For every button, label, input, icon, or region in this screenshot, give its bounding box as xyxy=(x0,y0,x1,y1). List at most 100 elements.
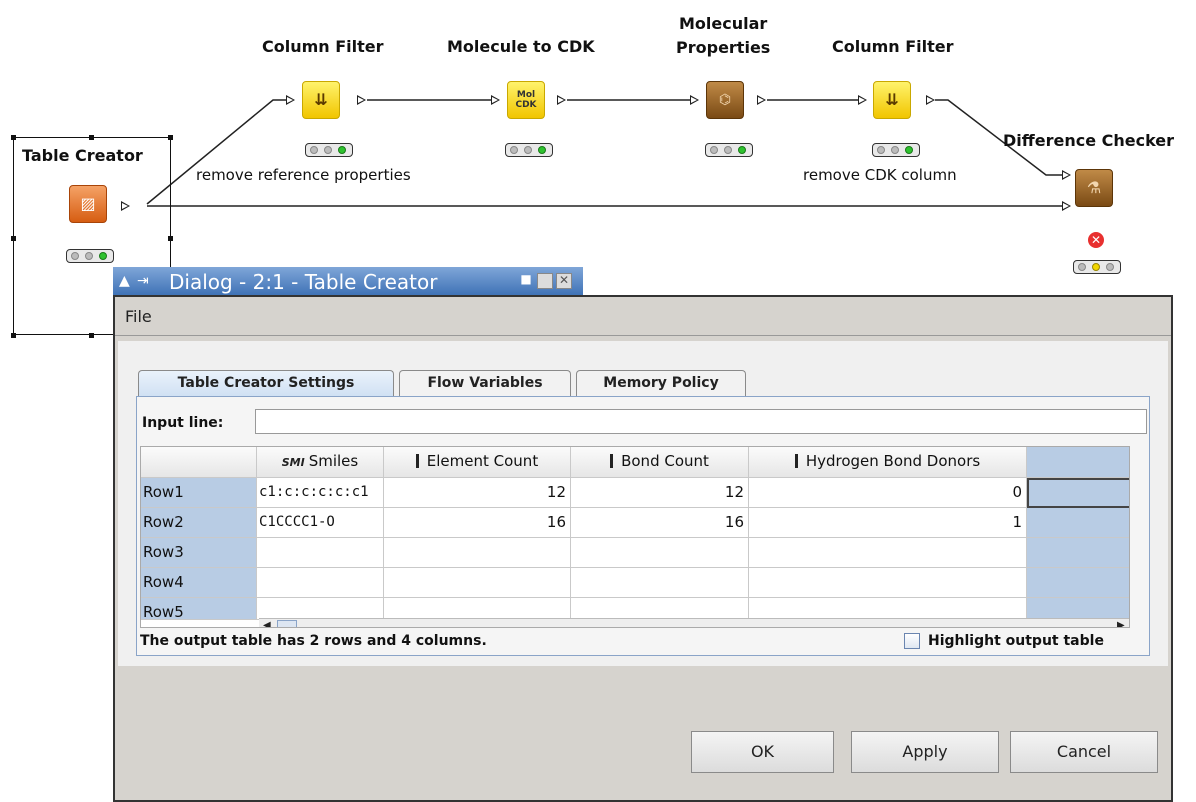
table-cell[interactable] xyxy=(1027,508,1129,538)
node-column-filter-1[interactable]: ⇊ xyxy=(302,81,340,119)
table-cell[interactable]: 12 xyxy=(571,478,749,508)
table-cell[interactable]: C1CCCC1-O xyxy=(257,508,384,538)
minimize-icon[interactable]: ■ xyxy=(518,273,534,289)
table-cell[interactable] xyxy=(1027,538,1129,568)
node-molecule-to-cdk[interactable]: Mol CDK xyxy=(507,81,545,119)
input-port[interactable] xyxy=(690,95,699,105)
table-cell[interactable] xyxy=(571,598,749,620)
selection-handle[interactable] xyxy=(89,333,94,338)
row-header[interactable]: Row3 xyxy=(141,538,257,568)
table-cell[interactable] xyxy=(257,598,384,620)
knime-icon: ▲ xyxy=(119,273,130,289)
selection-handle[interactable] xyxy=(168,135,173,140)
output-port[interactable] xyxy=(357,95,366,105)
cancel-button[interactable]: Cancel xyxy=(1010,731,1158,773)
settings-panel: Table Creator Settings Flow Variables Me… xyxy=(118,341,1168,666)
selection-handle[interactable] xyxy=(11,333,16,338)
highlight-output-label[interactable]: Highlight output table xyxy=(928,633,1104,649)
row-header[interactable]: Row4 xyxy=(141,568,257,598)
apply-button[interactable]: Apply xyxy=(851,731,999,773)
tab-flow-variables[interactable]: Flow Variables xyxy=(399,370,571,397)
node-column-filter-2[interactable]: ⇊ xyxy=(873,81,911,119)
output-port[interactable] xyxy=(557,95,566,105)
menu-bar: File xyxy=(115,297,1171,336)
table-cell[interactable] xyxy=(749,538,1027,568)
close-button[interactable]: ✕ xyxy=(556,273,572,289)
vertical-scrollbar[interactable]: ▲ ▼ xyxy=(1129,478,1130,604)
horizontal-scrollbar[interactable]: ◀ ▶ xyxy=(259,618,1129,627)
table-cell[interactable]: 16 xyxy=(384,508,571,538)
dialog-titlebar[interactable]: ▲ ⇥ Dialog - 2:1 - Table Creator ■ ✕ xyxy=(113,267,583,297)
row-header[interactable]: Row5 xyxy=(141,598,257,620)
integer-type-icon xyxy=(610,454,614,468)
node-molecular-properties[interactable]: ⌬ xyxy=(706,81,744,119)
node-status-table-creator xyxy=(66,249,114,263)
node-title-molecular-properties: Molecular Properties xyxy=(676,12,770,60)
column-header-hydrogen-bond-donors[interactable]: Hydrogen Bond Donors xyxy=(749,447,1027,478)
column-header-element-count[interactable]: Element Count xyxy=(384,447,571,478)
pin-icon: ⇥ xyxy=(137,273,149,289)
table-cell[interactable]: 12 xyxy=(384,478,571,508)
selection-handle[interactable] xyxy=(11,135,16,140)
table-cell[interactable]: 1 xyxy=(749,508,1027,538)
table-cell[interactable] xyxy=(384,598,571,620)
input-line-field[interactable] xyxy=(255,409,1147,434)
corner-header xyxy=(141,447,257,478)
table-cell[interactable]: 0 xyxy=(749,478,1027,508)
highlight-output-checkbox[interactable] xyxy=(904,633,920,649)
table-cell[interactable] xyxy=(571,568,749,598)
node-table-creator[interactable]: ▨ xyxy=(69,185,107,223)
dialog-title: Dialog - 2:1 - Table Creator xyxy=(169,270,438,294)
menu-file[interactable]: File xyxy=(125,307,152,326)
table-cell[interactable] xyxy=(257,538,384,568)
smiles-type-icon: SMI xyxy=(281,456,305,469)
selection-handle[interactable] xyxy=(168,236,173,241)
column-header-smiles[interactable]: SMI Smiles xyxy=(257,447,384,478)
node-status-molecular-properties xyxy=(705,143,753,157)
selection-handle[interactable] xyxy=(11,236,16,241)
input-port[interactable] xyxy=(491,95,500,105)
table-cell[interactable] xyxy=(1027,598,1129,620)
table-cell[interactable] xyxy=(384,538,571,568)
horizontal-scroll-thumb[interactable] xyxy=(277,620,297,627)
maximize-button[interactable] xyxy=(537,273,553,289)
output-port[interactable] xyxy=(121,201,130,211)
node-label-column-filter-1: remove reference properties xyxy=(196,166,411,184)
node-title-table-creator: Table Creator xyxy=(22,146,143,165)
molecule-icon: ⌬ xyxy=(718,92,732,108)
table-cell[interactable] xyxy=(257,568,384,598)
table-cell[interactable] xyxy=(1027,568,1129,598)
column-header-label: Smiles xyxy=(308,452,359,470)
input-port[interactable] xyxy=(286,95,295,105)
row-header[interactable]: Row1 xyxy=(141,478,257,508)
node-title-difference-checker: Difference Checker xyxy=(1003,131,1175,150)
error-icon: ✕ xyxy=(1088,232,1104,248)
output-port[interactable] xyxy=(926,95,935,105)
input-port[interactable] xyxy=(1062,201,1071,211)
dialog-frame: File Table Creator Settings Flow Variabl… xyxy=(113,295,1173,802)
input-port[interactable] xyxy=(858,95,867,105)
input-port[interactable] xyxy=(1062,170,1071,180)
column-header-bond-count[interactable]: Bond Count xyxy=(571,447,749,478)
table-cell[interactable] xyxy=(749,598,1027,620)
selection-handle[interactable] xyxy=(89,135,94,140)
scroll-left-icon[interactable]: ◀ xyxy=(263,620,271,627)
node-difference-checker[interactable]: ⚗ xyxy=(1075,169,1113,207)
table-cell-focused[interactable] xyxy=(1027,478,1129,508)
tab-memory-policy[interactable]: Memory Policy xyxy=(576,370,746,397)
table-cell[interactable]: c1:c:c:c:c:c1 xyxy=(257,478,384,508)
table-cell[interactable] xyxy=(384,568,571,598)
row-header[interactable]: Row2 xyxy=(141,508,257,538)
table-cell[interactable] xyxy=(749,568,1027,598)
title-line: Molecular xyxy=(679,14,768,33)
table-cell[interactable] xyxy=(571,538,749,568)
node-status-column-filter-2 xyxy=(872,143,920,157)
tab-table-creator-settings[interactable]: Table Creator Settings xyxy=(138,370,394,397)
table-cell[interactable]: 16 xyxy=(571,508,749,538)
scroll-right-icon[interactable]: ▶ xyxy=(1117,620,1125,627)
integer-type-icon xyxy=(415,454,419,468)
output-port[interactable] xyxy=(757,95,766,105)
data-table: SMI Smiles Element Count Bond Count Hydro… xyxy=(140,446,1130,628)
column-header-empty[interactable] xyxy=(1027,447,1129,478)
ok-button[interactable]: OK xyxy=(691,731,834,773)
